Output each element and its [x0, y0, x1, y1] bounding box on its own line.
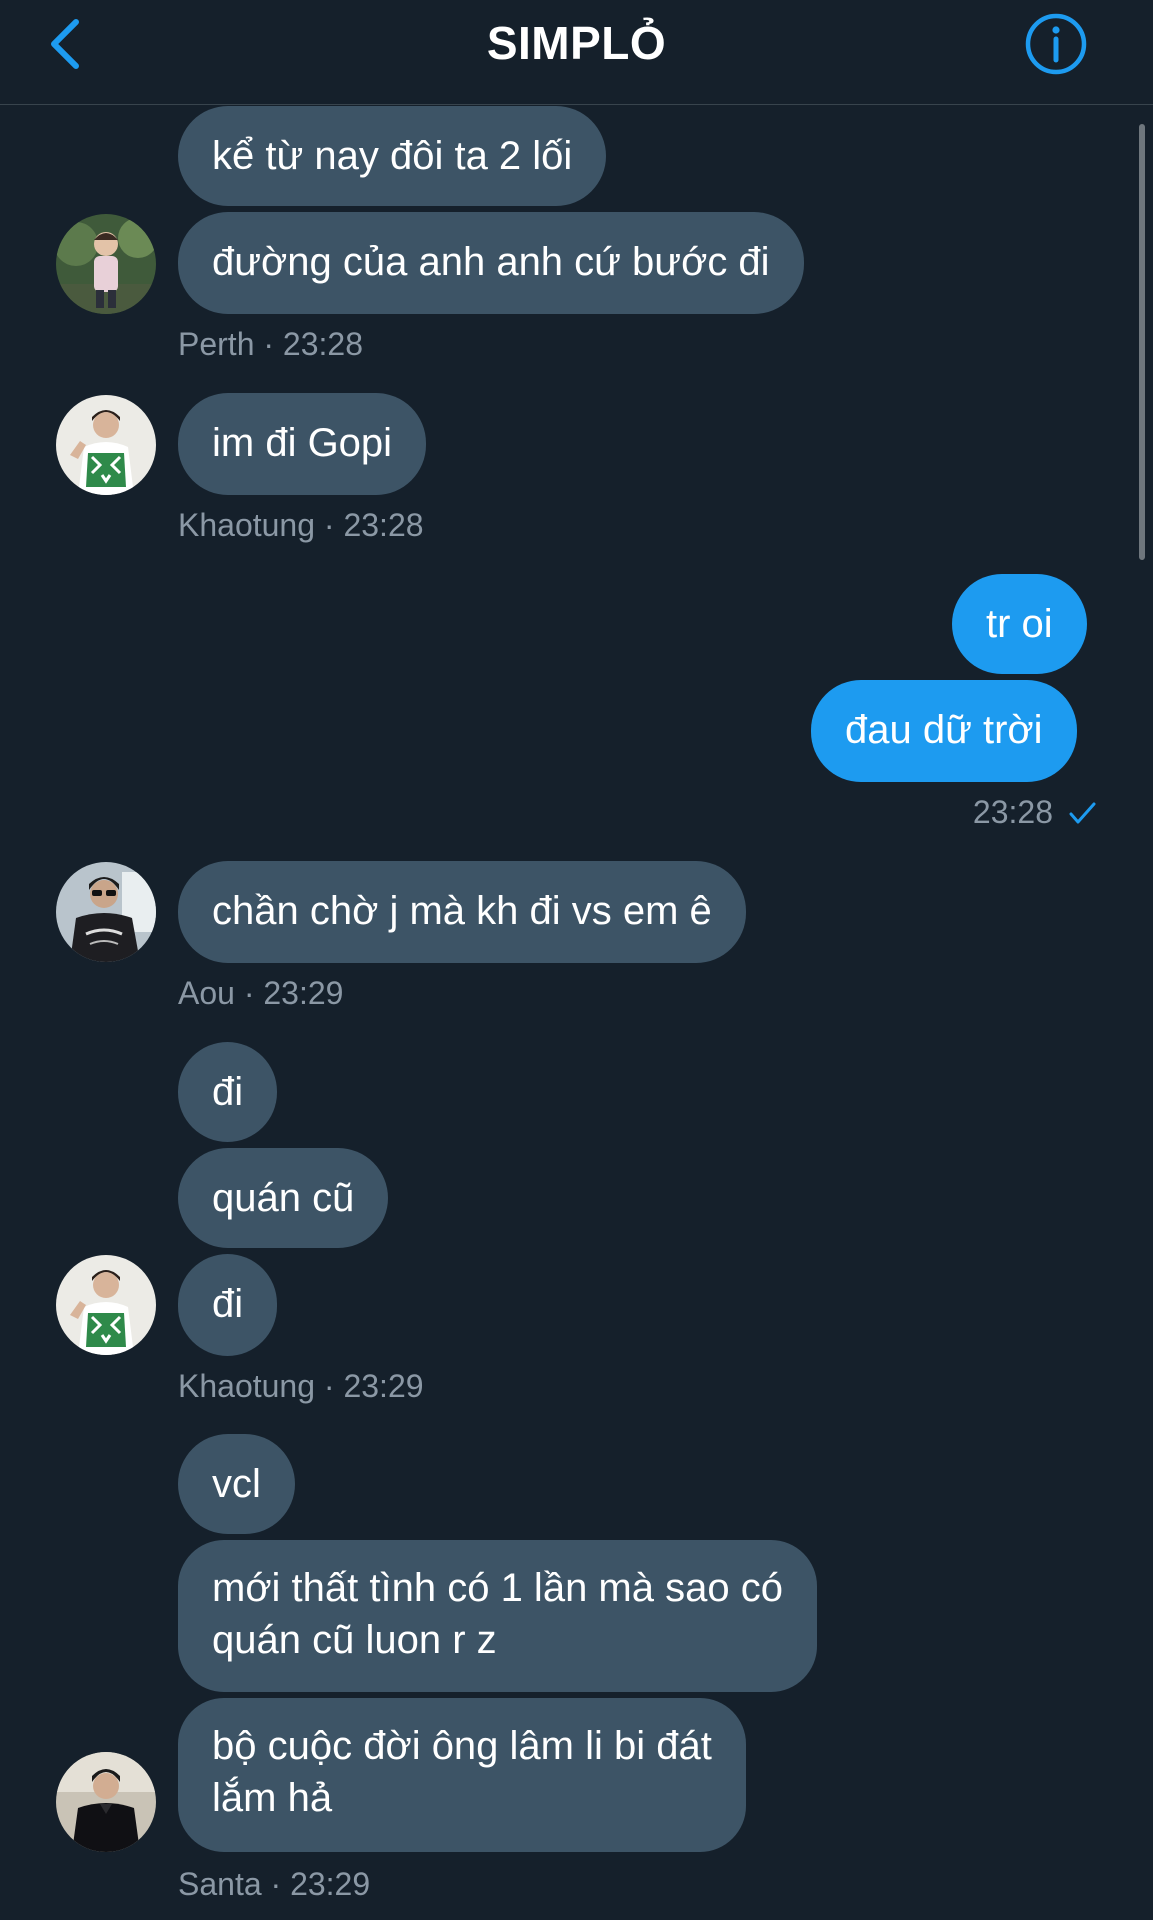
- avatar-aou[interactable]: [56, 862, 156, 962]
- conversation-header: SIMPLỎ: [0, 0, 1153, 105]
- message-bubble[interactable]: im đi Gopi: [178, 393, 427, 495]
- message-bubble[interactable]: quán cũ: [178, 1148, 389, 1248]
- message-bubble[interactable]: bộ cuộc đời ông lâm li bi đát lắm hả: [178, 1698, 746, 1852]
- message-line: bộ cuộc đời ông lâm li bi đát lắm hả: [212, 1724, 712, 1820]
- message-line: mới thất tình có 1 lần mà sao có quán cũ…: [212, 1566, 783, 1662]
- avatar-khaotung[interactable]: [56, 395, 156, 495]
- message-bubble[interactable]: mới thất tình có 1 lần mà sao có quán cũ…: [178, 1540, 817, 1692]
- sent-message-bubble[interactable]: tr oi: [952, 574, 1087, 674]
- info-circle-icon: [1025, 13, 1087, 75]
- sent-message-meta: 23:28: [973, 794, 1097, 831]
- sent-message-bubble[interactable]: đau dữ trời: [811, 680, 1077, 782]
- message-meta: Perth · 23:28: [178, 326, 363, 362]
- message-meta: Santa · 23:29: [178, 1866, 371, 1902]
- checkmark-icon: [1069, 802, 1096, 823]
- message-bubble[interactable]: kể từ nay đôi ta 2 lối: [178, 106, 607, 206]
- avatar-perth[interactable]: [56, 214, 156, 314]
- info-button[interactable]: [1024, 12, 1088, 76]
- conversation-title: SIMPLỎ: [486, 17, 667, 69]
- message-meta: Khaotung · 23:29: [178, 1368, 424, 1404]
- message-bubble[interactable]: đi: [178, 1042, 278, 1142]
- message-bubble[interactable]: vcl: [178, 1434, 295, 1534]
- message-bubble[interactable]: chần chờ j mà kh đi vs em ê: [178, 861, 746, 963]
- avatar-khaotung[interactable]: [56, 1255, 156, 1355]
- avatar-santa[interactable]: [56, 1752, 156, 1852]
- scrollbar[interactable]: [1139, 124, 1145, 560]
- message-bubble[interactable]: đường của anh anh cứ bước đi: [178, 212, 804, 314]
- sent-time: 23:28: [972, 794, 1053, 830]
- message-meta: Khaotung · 23:28: [178, 507, 424, 543]
- message-bubble[interactable]: đi: [178, 1254, 278, 1356]
- message-meta: Aou · 23:29: [178, 975, 344, 1011]
